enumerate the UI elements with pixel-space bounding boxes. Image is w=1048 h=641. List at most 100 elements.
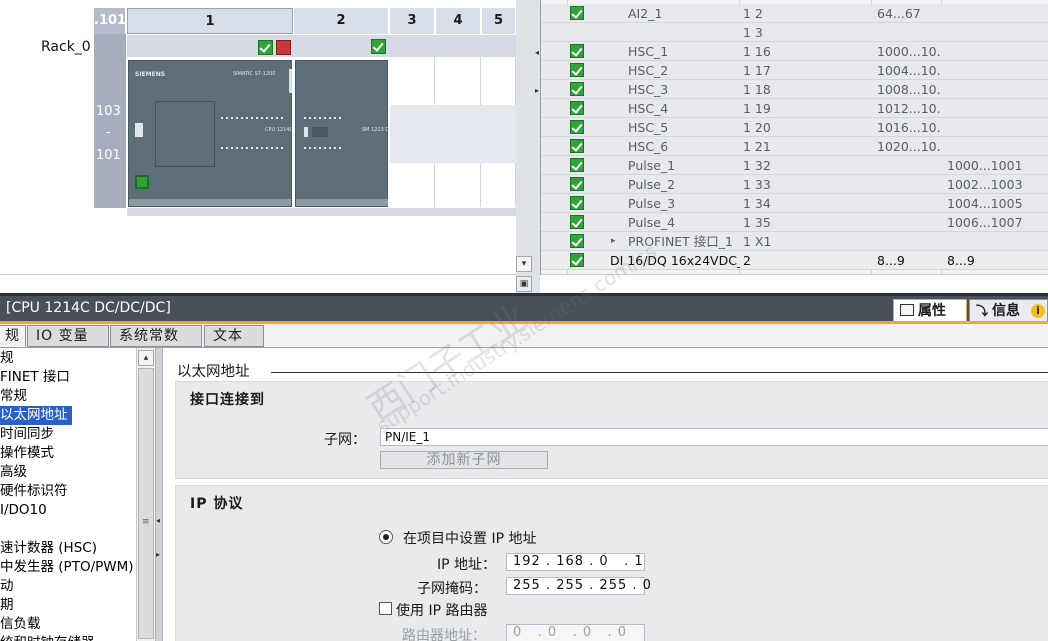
device-view: Rack_0 103 - 101 .101 1 2 3 4 5 SIEMENS …: [0, 0, 516, 275]
nav-scroll-thumb[interactable]: ≡: [138, 368, 154, 639]
view-splitter[interactable]: ▾ ▣ ◂ ▸: [516, 0, 540, 293]
row-slot: 1 3: [743, 25, 763, 40]
slot-header-5[interactable]: 5: [482, 8, 516, 34]
row-enabled-check-icon[interactable]: [570, 6, 584, 20]
overview-row[interactable]: HSC_6 1 21 1020...10...: [541, 137, 1048, 156]
sm-bottom-bar: [296, 199, 388, 206]
overview-row[interactable]: HSC_5 1 20 1016...10...: [541, 118, 1048, 137]
row-slot: 1 16: [743, 44, 771, 59]
overview-row[interactable]: Pulse_2 1 33 1002...1003: [541, 175, 1048, 194]
row-enabled-check-icon[interactable]: [570, 234, 584, 248]
row-enabled-check-icon[interactable]: [570, 139, 584, 153]
cpu-io-leds-bottom: [221, 147, 285, 149]
nav-splitter[interactable]: ◂ ▸: [155, 348, 163, 641]
row-module-name: HSC_1: [628, 44, 669, 59]
cpu-brand-label: SIEMENS: [135, 71, 166, 78]
tab-texts[interactable]: 文本: [204, 325, 264, 347]
sm-io-leds-bottom: [304, 147, 344, 149]
nav-tree-item[interactable]: 动: [0, 577, 14, 596]
nav-collapse-right-icon[interactable]: ▸: [156, 550, 160, 559]
row-i-address: 1012...10...: [877, 101, 941, 116]
info-icon: ⤵: [976, 304, 989, 318]
nav-tree-item[interactable]: 规: [0, 349, 14, 368]
row-enabled-check-icon[interactable]: [570, 158, 584, 172]
set-ip-in-project-radio[interactable]: [379, 530, 393, 544]
row-enabled-check-icon[interactable]: [570, 63, 584, 77]
nav-tree-item[interactable]: 操作模式: [0, 444, 54, 463]
overview-row[interactable]: HSC_3 1 18 1008...10...: [541, 80, 1048, 99]
nav-tree-item[interactable]: 以太网地址: [0, 406, 72, 425]
expand-arrow-icon[interactable]: ▸: [611, 232, 623, 251]
tab-general[interactable]: 规: [0, 325, 26, 347]
properties-tab-row: 规 IO 变量 系统常数 文本: [0, 324, 1048, 348]
row-enabled-check-icon[interactable]: [570, 82, 584, 96]
row-enabled-check-icon[interactable]: [570, 215, 584, 229]
nav-tree-item[interactable]: 时间同步: [0, 425, 54, 444]
nav-tree-item[interactable]: 高级: [0, 463, 27, 482]
nav-tree-item[interactable]: 信负载: [0, 615, 41, 634]
router-address-label: 路由器地址：: [402, 628, 486, 641]
overview-row[interactable]: Pulse_1 1 32 1000...1001: [541, 156, 1048, 175]
nav-collapse-left-icon[interactable]: ◂: [156, 516, 160, 525]
nav-tree-item[interactable]: 统和时钟存储器: [0, 634, 95, 641]
slot-header-4[interactable]: 4: [436, 8, 481, 34]
overview-row[interactable]: HSC_2 1 17 1004...10...: [541, 61, 1048, 80]
subnet-mask-field[interactable]: 255 . 255 . 255 . 0: [506, 577, 651, 595]
nav-tree-item[interactable]: 硬件标识符: [0, 482, 68, 501]
overview-row[interactable]: 1 3: [541, 23, 1048, 42]
overview-row[interactable]: AI2_1 1 2 64...67: [541, 4, 1048, 23]
row-q-address: [947, 118, 1047, 137]
overview-row[interactable]: Pulse_4 1 35 1006...1007: [541, 213, 1048, 232]
use-ip-router-checkbox[interactable]: [379, 602, 392, 615]
tab-info[interactable]: ⤵ 信息 i: [969, 299, 1048, 323]
row-module-name: Pulse_3: [628, 196, 676, 211]
overview-hscrollbar[interactable]: ◂ |||: [541, 274, 1048, 275]
nav-tree-vscrollbar[interactable]: ▴ ≡: [136, 348, 155, 641]
router-address-field[interactable]: 0 . 0 . 0 . 0: [506, 624, 645, 641]
tab-io-tags[interactable]: IO 变量: [27, 325, 109, 347]
row-q-address: [947, 61, 1047, 80]
nav-tree-item[interactable]: 常规: [0, 387, 27, 406]
tab-properties[interactable]: 属性: [893, 299, 967, 323]
slot-header-1[interactable]: 1: [127, 8, 293, 34]
device-view-hscrollbar[interactable]: |||: [0, 274, 516, 275]
overview-row[interactable]: HSC_1 1 16 1000...10...: [541, 42, 1048, 61]
row-q-address: 1000...1001: [947, 158, 1023, 173]
interface-group-title: 接口连接到: [190, 392, 265, 408]
nav-scroll-up-button[interactable]: ▴: [138, 350, 154, 366]
row-enabled-check-icon[interactable]: [570, 177, 584, 191]
tab-system-constants[interactable]: 系统常数: [110, 325, 202, 347]
slot-header-101[interactable]: .101: [94, 8, 126, 34]
nav-tree-item[interactable]: 速计数器 (HSC): [0, 539, 97, 558]
slot-header-3[interactable]: 3: [390, 8, 435, 34]
device-view-scroll-down-button[interactable]: ▾: [516, 256, 532, 272]
row-slot: 1 33: [743, 177, 771, 192]
overview-row[interactable]: DI 16/DQ 16x24VDC_1 2 8...9 8...9: [541, 251, 1048, 270]
nav-tree-item[interactable]: 中发生器 (PTO/PWM): [0, 558, 134, 577]
row-enabled-check-icon[interactable]: [570, 196, 584, 210]
slot-header-2[interactable]: 2: [294, 8, 389, 34]
cpu-ethernet-port-icon[interactable]: [135, 175, 149, 189]
properties-nav-tree: 规 FINET 接口 常规 以太网地址 时间同步 操作模式 高级 硬件标识符 I/DO10 速计数…: [0, 348, 155, 641]
nav-tree-item[interactable]: I/DO10: [0, 501, 47, 520]
row-module-name: AI2_1: [628, 6, 663, 21]
row-module-name: HSC_4: [628, 101, 669, 116]
empty-slots-band: [390, 105, 516, 163]
nav-tree-item[interactable]: 期: [0, 596, 14, 615]
add-new-subnet-button[interactable]: 添加新子网: [380, 451, 548, 469]
overview-row[interactable]: PROFINET 接口_1 1 X1 ▸: [541, 232, 1048, 251]
row-enabled-check-icon[interactable]: [570, 253, 584, 267]
row-enabled-check-icon[interactable]: [570, 44, 584, 58]
overview-row[interactable]: HSC_4 1 19 1012...10...: [541, 99, 1048, 118]
rack-rail: [127, 208, 516, 216]
subnet-field[interactable]: PN/IE_1: [380, 428, 1048, 446]
ip-address-field[interactable]: 192 . 168 . 0 . 1: [506, 553, 645, 571]
nav-tree-item[interactable]: FINET 接口: [0, 368, 70, 387]
overview-row[interactable]: Pulse_3 1 34 1004...1005: [541, 194, 1048, 213]
overview-toggle-button[interactable]: ▣: [516, 276, 532, 292]
cpu-module[interactable]: SIEMENS SIMATIC S7-1200 CPU 1214C DC/DC/…: [128, 60, 320, 207]
row-enabled-check-icon[interactable]: [570, 120, 584, 134]
row-i-address: [877, 175, 941, 194]
row-enabled-check-icon[interactable]: [570, 101, 584, 115]
sm-module[interactable]: SM 1223 DC: [295, 60, 393, 207]
